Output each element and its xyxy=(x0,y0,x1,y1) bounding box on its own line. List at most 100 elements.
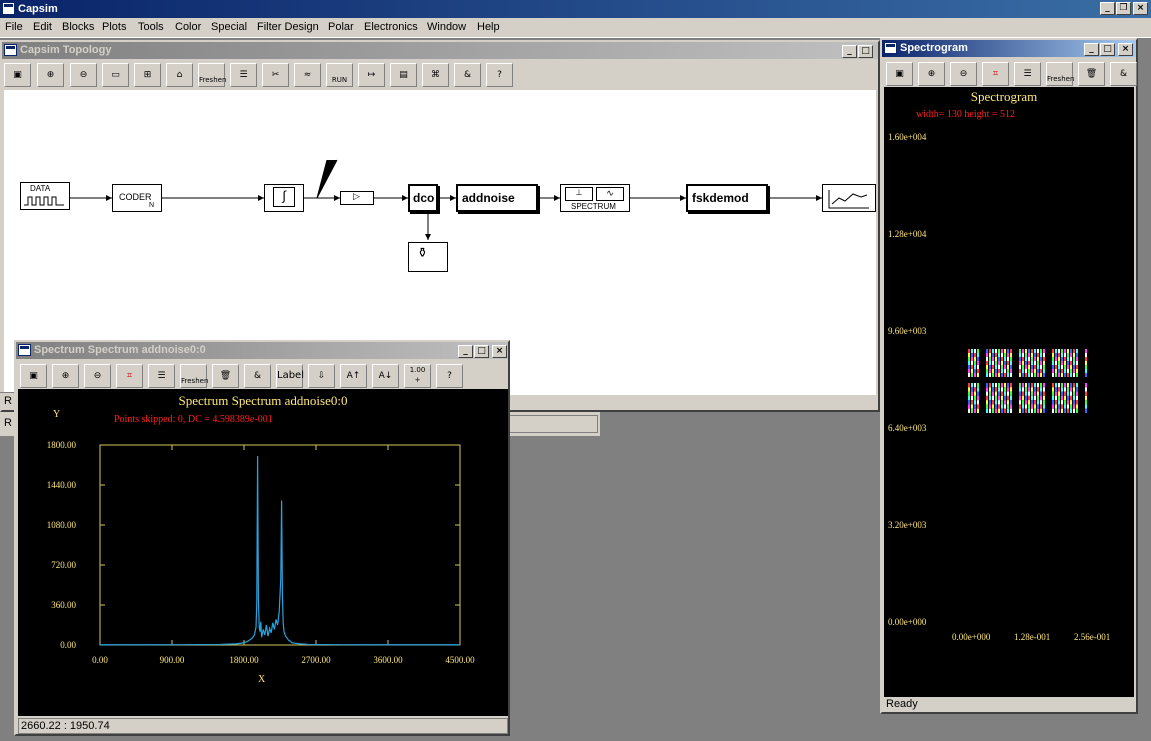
save-icon[interactable]: ▣ xyxy=(886,62,913,86)
dco-block[interactable]: dco xyxy=(408,184,438,212)
trash-icon[interactable]: 🗑 xyxy=(212,364,239,388)
freshen-button[interactable]: Freshen xyxy=(1046,62,1074,86)
connect-icon[interactable]: ↦ xyxy=(358,63,385,87)
zoom-out-icon[interactable]: ⊖ xyxy=(84,364,111,388)
unzoom-icon[interactable]: ⌗ xyxy=(982,62,1009,86)
list-icon[interactable]: ☰ xyxy=(148,364,175,388)
spectrogram-close-button[interactable]: × xyxy=(1118,43,1133,56)
menu-help[interactable]: Help xyxy=(477,21,500,33)
signal-icon[interactable]: ≈ xyxy=(294,63,321,87)
menu-filter-design[interactable]: Filter Design xyxy=(257,21,319,33)
help-button[interactable]: ? xyxy=(486,63,513,87)
library-icon[interactable]: ⌂ xyxy=(166,63,193,87)
save-icon[interactable]: ▣ xyxy=(20,364,47,388)
menu-window[interactable]: Window xyxy=(427,21,466,33)
data-block[interactable]: DATA xyxy=(20,182,70,210)
zoom-in-icon[interactable]: ⊕ xyxy=(918,62,945,86)
spectrogram-cell xyxy=(1055,373,1057,377)
scale-button[interactable]: 1.00 + xyxy=(404,364,431,388)
zoom-out-icon[interactable]: ⊖ xyxy=(950,62,977,86)
hierarchy-icon[interactable]: ⊞ xyxy=(134,63,161,87)
spectrogram-cell xyxy=(1043,365,1045,369)
spectrogram-cell xyxy=(1073,365,1075,369)
zoom-out-icon[interactable]: ⊖ xyxy=(70,63,97,87)
menu-polar[interactable]: Polar xyxy=(328,21,354,33)
freshen-button[interactable]: Freshen xyxy=(180,364,208,388)
spectrogram-cell xyxy=(1052,365,1054,369)
addnoise-block[interactable]: addnoise xyxy=(456,184,538,212)
label-button[interactable]: Label xyxy=(276,364,304,388)
spectrogram-cell xyxy=(1055,387,1057,392)
spectrogram-minimize-button[interactable]: _ xyxy=(1084,43,1099,56)
fskdemod-block[interactable]: fskdemod xyxy=(686,184,768,212)
spectrogram-cell xyxy=(1010,408,1012,413)
font-down-icon[interactable]: A↓ xyxy=(372,364,399,388)
spectrum-block[interactable]: ⊥ ∿ SPECTRUM xyxy=(560,184,630,212)
topology-maximize-button[interactable]: □ xyxy=(858,45,873,58)
sink-block[interactable]: ⚱ xyxy=(408,242,448,272)
restore-button[interactable]: ❐ xyxy=(1116,2,1131,15)
spectrogram-cell xyxy=(1040,357,1042,361)
spectrogram-cell xyxy=(1022,369,1024,373)
spectrogram-cell xyxy=(989,404,991,409)
spectrogram-cell xyxy=(1085,395,1087,401)
spectrogram-cell xyxy=(1022,383,1024,388)
spectrogram-cell xyxy=(974,357,976,361)
menu-special[interactable]: Special xyxy=(211,21,247,33)
spectrogram-cell xyxy=(1037,391,1039,396)
list-icon[interactable]: ☰ xyxy=(1014,62,1041,86)
freshen-button[interactable]: Freshen xyxy=(198,63,226,87)
delete-icon[interactable]: ✂ xyxy=(262,63,289,87)
run-button[interactable]: RUN xyxy=(326,63,353,87)
plot-block[interactable] xyxy=(822,184,876,212)
amplifier-block[interactable]: ▷ xyxy=(340,191,374,205)
font-up-icon[interactable]: A↑ xyxy=(340,364,367,388)
spectrogram-cell xyxy=(1070,373,1072,377)
spectrogram-cell xyxy=(1070,349,1072,353)
block-icon[interactable]: ▭ xyxy=(102,63,129,87)
menu-tools[interactable]: Tools xyxy=(138,21,164,33)
spectrum-minimize-button[interactable]: _ xyxy=(458,345,473,358)
list-icon[interactable]: ☰ xyxy=(230,63,257,87)
menu-electronics[interactable]: Electronics xyxy=(364,21,418,33)
spectrogram-cell xyxy=(1064,391,1066,396)
zoom-in-icon[interactable]: ⊕ xyxy=(52,364,79,388)
spectrogram-cell xyxy=(1004,357,1006,361)
unzoom-icon[interactable]: ⌗ xyxy=(116,364,143,388)
spectrogram-cell xyxy=(986,400,988,405)
zoom-in-icon[interactable]: ⊕ xyxy=(37,63,64,87)
graphics-icon[interactable]: & xyxy=(454,63,481,87)
spectrogram-cell xyxy=(1085,357,1087,361)
spectrogram-plot-area[interactable]: Spectrogram width= 130 height = 512 1.60… xyxy=(884,87,1134,697)
menu-file[interactable]: File xyxy=(5,21,23,33)
spectrogram-cell xyxy=(995,357,997,361)
menu-edit[interactable]: Edit xyxy=(33,21,52,33)
document-icon[interactable]: ▤ xyxy=(390,63,417,87)
topology-minimize-button[interactable]: _ xyxy=(842,45,857,58)
spectrogram-cell xyxy=(1010,395,1012,401)
close-button[interactable]: × xyxy=(1133,2,1148,15)
spectrum-maximize-button[interactable]: □ xyxy=(474,345,489,358)
coder-block[interactable]: CODER N xyxy=(112,184,162,212)
menu-plots[interactable]: Plots xyxy=(102,21,126,33)
spectrogram-cell xyxy=(971,408,973,413)
minimize-button[interactable]: _ xyxy=(1100,2,1115,15)
data-block-label: DATA xyxy=(30,184,51,193)
network-icon[interactable]: ⌘ xyxy=(422,63,449,87)
menu-color[interactable]: Color xyxy=(175,21,201,33)
spectrogram-cell xyxy=(995,387,997,392)
side-label-1: R xyxy=(4,395,12,407)
integrator-block[interactable]: ∫ xyxy=(264,184,304,212)
spectrogram-maximize-button[interactable]: □ xyxy=(1100,43,1115,56)
menu-blocks[interactable]: Blocks xyxy=(62,21,94,33)
trash-icon[interactable]: 🗑 xyxy=(1078,62,1105,86)
save-icon[interactable]: ▣ xyxy=(4,63,31,87)
spectrogram-cell xyxy=(992,404,994,409)
export-icon[interactable]: ⇩ xyxy=(308,364,335,388)
spectrum-close-button[interactable]: × xyxy=(492,345,507,358)
spectrogram-cell xyxy=(1073,369,1075,373)
spectrum-plot-area[interactable]: Spectrum Spectrum addnoise0:0 Points ski… xyxy=(18,389,508,716)
graphics-icon[interactable]: & xyxy=(1110,62,1137,86)
graphics-icon[interactable]: & xyxy=(244,364,271,388)
help-button[interactable]: ? xyxy=(436,364,463,388)
